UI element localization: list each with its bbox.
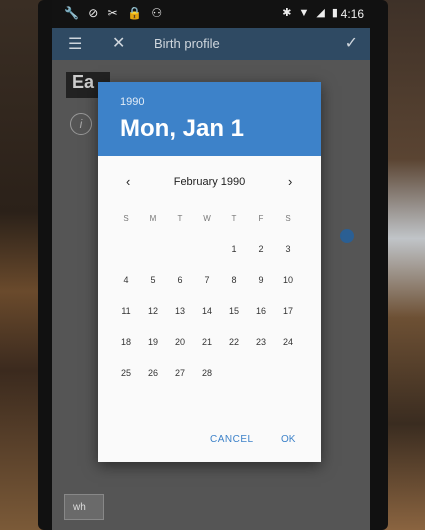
location-input[interactable]: wh	[64, 494, 104, 520]
date-picker-dialog: 1990 Mon, Jan 1 ‹ February 1990 › S M T …	[98, 82, 321, 462]
status-bar: 🔧 ⊘ ✂ 🔒 ⚇ ✱ ▼ ◢ ▮ 4:16	[52, 0, 370, 28]
month-navigation: ‹ February 1990 ›	[98, 174, 321, 194]
day-cell[interactable]: 19	[143, 337, 163, 347]
day-cell[interactable]: 9	[251, 275, 271, 285]
day-cell[interactable]: 21	[197, 337, 217, 347]
day-cell[interactable]: 27	[170, 368, 190, 378]
day-cell[interactable]: 14	[197, 306, 217, 316]
day-cell[interactable]: 20	[170, 337, 190, 347]
toggle-switch[interactable]	[340, 229, 354, 243]
day-cell[interactable]: 11	[116, 306, 136, 316]
menu-icon[interactable]: ☰	[68, 34, 82, 54]
day-cell[interactable]: 6	[170, 275, 190, 285]
day-cell[interactable]: 15	[224, 306, 244, 316]
weekday-label: F	[258, 214, 264, 223]
header-date: Mon, Jan 1	[120, 115, 245, 142]
system-icons: ✱ ▼ ◢ ▮	[282, 7, 340, 19]
info-icon[interactable]: i	[70, 113, 92, 135]
day-cell[interactable]: 24	[278, 337, 298, 347]
app-bar-title: Birth profile	[154, 36, 220, 51]
day-cell[interactable]: 28	[197, 368, 217, 378]
day-cell[interactable]: 25	[116, 368, 136, 378]
phone-screen: 🔧 ⊘ ✂ 🔒 ⚇ ✱ ▼ ◢ ▮ 4:16 ☰ ✕ Birth profile…	[52, 0, 370, 530]
cancel-button[interactable]: CANCEL	[210, 434, 254, 445]
clock: 4:16	[340, 7, 364, 21]
day-cell[interactable]: 1	[224, 244, 244, 254]
date-picker-header: 1990 Mon, Jan 1	[98, 82, 321, 156]
day-cell[interactable]: 10	[278, 275, 298, 285]
day-cell[interactable]: 5	[143, 275, 163, 285]
day-cell[interactable]: 26	[143, 368, 163, 378]
day-cell[interactable]: 23	[251, 337, 271, 347]
day-cell[interactable]: 3	[278, 244, 298, 254]
day-cell[interactable]: 2	[251, 244, 271, 254]
day-cell[interactable]: 18	[116, 337, 136, 347]
weekday-label: S	[123, 214, 129, 223]
ok-button[interactable]: OK	[281, 434, 295, 445]
day-cell[interactable]: 13	[170, 306, 190, 316]
weekday-label: W	[203, 214, 211, 223]
day-cell[interactable]: 7	[197, 275, 217, 285]
day-cell[interactable]: 8	[224, 275, 244, 285]
notification-icons: 🔧 ⊘ ✂ 🔒 ⚇	[64, 6, 166, 20]
weekday-label: T	[231, 214, 237, 223]
check-icon[interactable]: ✓	[345, 33, 358, 53]
weekday-label: S	[285, 214, 291, 223]
day-cell[interactable]: 22	[224, 337, 244, 347]
day-cell[interactable]: 17	[278, 306, 298, 316]
day-cell[interactable]: 4	[116, 275, 136, 285]
header-year[interactable]: 1990	[120, 96, 144, 108]
close-icon[interactable]: ✕	[112, 33, 125, 53]
day-cell[interactable]: 16	[251, 306, 271, 316]
weekday-label: T	[177, 214, 183, 223]
day-cell[interactable]: 12	[143, 306, 163, 316]
chevron-right-icon[interactable]: ›	[288, 174, 292, 189]
weekday-label: M	[149, 214, 157, 223]
dialog-actions: CANCEL OK	[98, 432, 321, 452]
app-bar: ☰ ✕ Birth profile ✓	[52, 28, 370, 60]
weekday-header: S M T W T F S	[98, 214, 321, 228]
calendar-grid: 1 2 3 4 5 6 7 8 9 10 11 12 13 14 15 16 1…	[98, 234, 321, 394]
